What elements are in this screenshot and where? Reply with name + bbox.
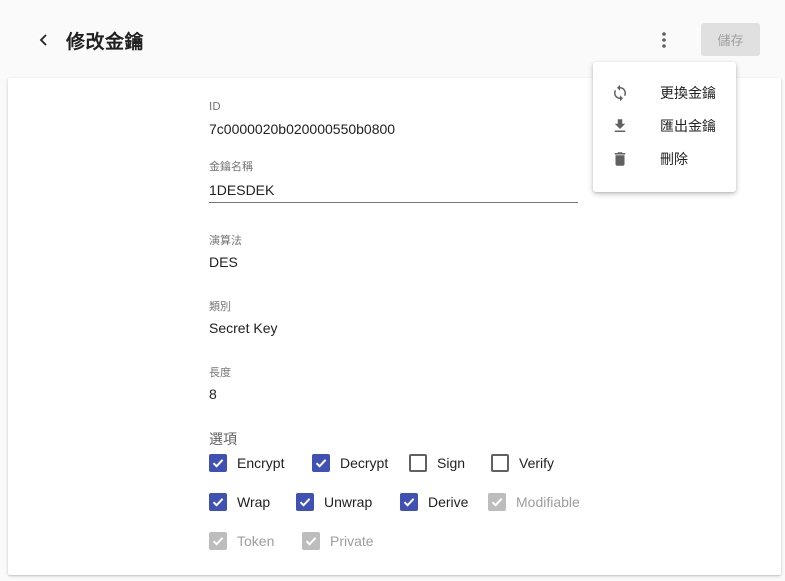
more-vert-icon xyxy=(662,32,666,48)
more-options-button[interactable] xyxy=(651,26,677,54)
option-token-checkbox: Token xyxy=(209,532,292,550)
options-row: Wrap Unwrap Derive Modifiable xyxy=(209,493,608,511)
option-modifiable-checkbox: Modifiable xyxy=(488,493,598,511)
algorithm-value: DES xyxy=(209,254,238,270)
option-label: Verify xyxy=(519,455,555,471)
checkbox-checked-icon xyxy=(488,493,506,511)
option-label: Token xyxy=(237,533,275,549)
more-options-menu: 更換金鑰 匯出金鑰 刪除 xyxy=(593,62,736,192)
type-value: Secret Key xyxy=(209,320,278,336)
type-label: 類別 xyxy=(209,300,231,313)
option-label: Encrypt xyxy=(237,455,285,471)
options-title: 選項 xyxy=(209,432,237,448)
menu-item-label: 更換金鑰 xyxy=(660,85,716,102)
name-input[interactable] xyxy=(209,177,578,203)
refresh-icon xyxy=(609,82,631,104)
option-wrap-checkbox[interactable]: Wrap xyxy=(209,493,286,511)
page-title: 修改金鑰 xyxy=(66,31,145,53)
option-verify-checkbox[interactable]: Verify xyxy=(491,454,571,472)
download-icon xyxy=(609,115,631,137)
algorithm-label: 演算法 xyxy=(209,234,242,247)
back-button[interactable] xyxy=(30,26,58,54)
checkbox-checked-icon xyxy=(209,532,227,550)
option-label: Wrap xyxy=(237,494,271,510)
option-decrypt-checkbox[interactable]: Decrypt xyxy=(312,454,399,472)
checkbox-empty-icon xyxy=(491,454,509,472)
checkbox-empty-icon xyxy=(409,454,427,472)
option-encrypt-checkbox[interactable]: Encrypt xyxy=(209,454,302,472)
options-row: Token Private xyxy=(209,532,402,550)
option-sign-checkbox[interactable]: Sign xyxy=(409,454,481,472)
menu-item-rotate-key[interactable]: 更換金鑰 xyxy=(593,76,736,109)
option-unwrap-checkbox[interactable]: Unwrap xyxy=(296,493,390,511)
checkbox-checked-icon xyxy=(312,454,330,472)
option-label: Private xyxy=(330,533,374,549)
checkbox-checked-icon xyxy=(209,454,227,472)
menu-item-label: 匯出金鑰 xyxy=(660,118,716,135)
option-label: Derive xyxy=(428,494,469,510)
trash-icon xyxy=(609,148,631,170)
checkbox-checked-icon xyxy=(296,493,314,511)
menu-item-export-key[interactable]: 匯出金鑰 xyxy=(593,109,736,142)
save-button[interactable]: 儲存 xyxy=(701,23,760,56)
option-label: Sign xyxy=(437,455,466,471)
length-value: 8 xyxy=(209,386,217,402)
options-row: Encrypt Decrypt Sign Verify xyxy=(209,454,581,472)
id-label: ID xyxy=(209,100,221,113)
menu-item-label: 刪除 xyxy=(660,151,688,168)
name-label: 金鑰名稱 xyxy=(209,160,253,173)
checkbox-checked-icon xyxy=(302,532,320,550)
menu-item-delete[interactable]: 刪除 xyxy=(593,142,736,175)
id-value: 7c0000020b020000550b0800 xyxy=(209,121,396,137)
option-private-checkbox: Private xyxy=(302,532,392,550)
option-label: Decrypt xyxy=(340,455,389,471)
chevron-left-icon xyxy=(39,34,47,46)
checkbox-checked-icon xyxy=(209,493,227,511)
length-label: 長度 xyxy=(209,366,231,379)
checkbox-checked-icon xyxy=(400,493,418,511)
option-label: Modifiable xyxy=(516,494,580,510)
option-derive-checkbox[interactable]: Derive xyxy=(400,493,478,511)
option-label: Unwrap xyxy=(324,494,373,510)
